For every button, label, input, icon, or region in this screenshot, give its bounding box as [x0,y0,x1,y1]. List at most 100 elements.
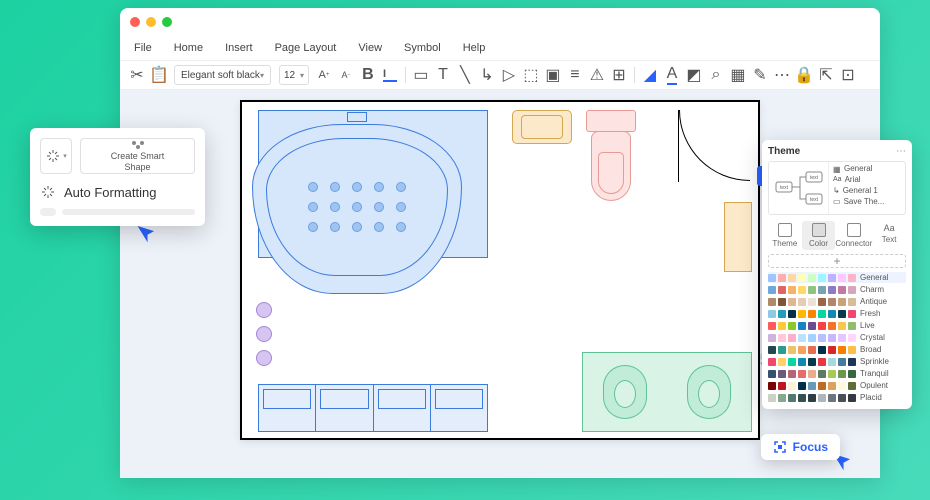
swatch-row[interactable]: Tranquil [768,368,906,379]
swatch-label: Charm [860,285,906,294]
auto-formatting-label: Auto Formatting [64,185,157,200]
drawing-canvas[interactable] [240,100,760,440]
swatch-label: Live [860,321,906,330]
theme-preview[interactable]: texttexttext ▦General AaArial ↳General 1… [768,161,906,215]
stool-shape[interactable] [256,326,272,342]
basin-shape[interactable] [603,365,647,419]
font-decrease-icon[interactable]: A− [339,68,353,82]
tab-theme[interactable]: Theme [768,221,802,250]
font-size-select[interactable]: 12▾ [279,65,309,85]
menu-home[interactable]: Home [174,42,203,54]
warning-icon[interactable]: ⚠ [590,68,604,82]
swatch-list: General Charm Antique Fresh Live Crystal Broad… [768,272,906,403]
table-icon[interactable]: ▦ [731,68,745,82]
line-tool-icon[interactable]: ╲ [458,68,472,82]
create-smart-shape-button[interactable]: Create Smart Shape [80,138,195,174]
svg-text:text: text [809,175,818,181]
menu-page-layout[interactable]: Page Layout [275,42,337,54]
swatch-label: Tranquil [860,369,906,378]
paste-icon[interactable]: 📋 [152,68,166,82]
stool-shape[interactable] [256,350,272,366]
tab-text[interactable]: AaText [872,221,906,250]
grid-icon[interactable]: ⊡ [841,68,855,82]
menu-symbol[interactable]: Symbol [404,42,441,54]
swatch-label: Placid [860,393,906,402]
swatch-row[interactable]: Opulent [768,380,906,391]
bold-icon[interactable]: B [361,68,375,82]
swatch-label: General [860,273,906,282]
crop-icon[interactable]: ◩ [687,68,701,82]
group-icon[interactable]: ⊞ [612,68,626,82]
smart-shape-popup: ▾ Create Smart Shape Auto Formatting [30,128,205,226]
menubar: File Home Insert Page Layout View Symbol… [120,36,880,60]
cabinet-shape[interactable] [258,384,488,432]
stool-shape[interactable] [256,302,272,318]
swatch-row[interactable]: Charm [768,284,906,295]
bathtub-shape[interactable] [252,110,462,310]
close-window-icon[interactable] [130,17,140,27]
swatch-row[interactable]: Placid [768,392,906,403]
basin-shape[interactable] [687,365,731,419]
focus-icon [773,440,787,454]
theme-panel: Theme ⋯ texttexttext ▦General AaArial ↳G… [762,140,912,409]
auto-formatting-slider[interactable] [40,208,195,216]
lock-icon[interactable]: 🔒 [797,68,811,82]
maximize-window-icon[interactable] [162,17,172,27]
menu-help[interactable]: Help [463,42,486,54]
sparkle-icon [40,184,56,200]
tab-connector[interactable]: Connector [835,221,872,250]
vanity-shape[interactable] [582,352,752,432]
align-icon[interactable]: ≡ [568,68,582,82]
titlebar [120,8,880,36]
underline-icon[interactable]: I [383,68,397,82]
swatch-row[interactable]: Live [768,320,906,331]
theme-subtabs: Theme Color Connector AaText [768,221,906,250]
menu-insert[interactable]: Insert [225,42,253,54]
focus-label: Focus [793,440,828,454]
swatch-row[interactable]: Crystal [768,332,906,343]
pen-icon[interactable]: ✎ [753,68,767,82]
font-select[interactable]: Elegant soft black▾ [174,65,271,85]
swatch-row[interactable]: Broad [768,344,906,355]
rectangle-tool-icon[interactable]: ▭ [414,68,428,82]
pointer-tool-icon[interactable]: ▷ [502,68,516,82]
image-tool-icon[interactable]: ▣ [546,68,560,82]
export-icon[interactable]: ⇱ [819,68,833,82]
layers-icon[interactable]: ⬚ [524,68,538,82]
toilet-shape[interactable] [586,110,636,201]
swatch-label: Sprinkle [860,357,906,366]
faucet-shape[interactable] [347,112,367,122]
swatch-row[interactable]: Antique [768,296,906,307]
add-theme-button[interactable]: + [768,254,906,268]
swatch-label: Antique [860,297,906,306]
connector-tool-icon[interactable]: ↳ [480,68,494,82]
swatch-label: Broad [860,345,906,354]
tab-color[interactable]: Color [802,221,836,250]
shelf-shape[interactable] [724,202,752,272]
theme-options-icon[interactable]: ⋯ [896,146,906,157]
fill-color-icon[interactable]: ◢ [643,68,657,82]
theme-panel-title: Theme [768,146,800,157]
menu-file[interactable]: File [134,42,152,54]
minimize-window-icon[interactable] [146,17,156,27]
text-tool-icon[interactable]: T [436,68,450,82]
sparkle-dropdown-button[interactable]: ▾ [40,138,72,174]
font-increase-icon[interactable]: A+ [317,68,331,82]
swatch-label: Opulent [860,381,906,390]
font-color-icon[interactable]: A [665,68,679,82]
swatch-row[interactable]: Fresh [768,308,906,319]
svg-text:text: text [809,197,818,203]
more-icon[interactable]: ⋯ [775,68,789,82]
swatch-row[interactable]: General [768,272,906,283]
toolbar: ✂ 📋 Elegant soft black▾ 12▾ A+ A− B I ▭ … [120,60,880,90]
menu-view[interactable]: View [358,42,382,54]
focus-button[interactable]: Focus [761,434,840,460]
swatch-row[interactable]: Sprinkle [768,356,906,367]
svg-text:text: text [779,185,788,191]
auto-formatting-button[interactable]: Auto Formatting [40,184,195,200]
search-icon[interactable]: ⌕ [709,68,723,82]
cut-icon[interactable]: ✂ [130,68,144,82]
door-shape[interactable] [670,110,750,190]
sink-shape[interactable] [512,110,572,144]
swatch-label: Crystal [860,333,906,342]
